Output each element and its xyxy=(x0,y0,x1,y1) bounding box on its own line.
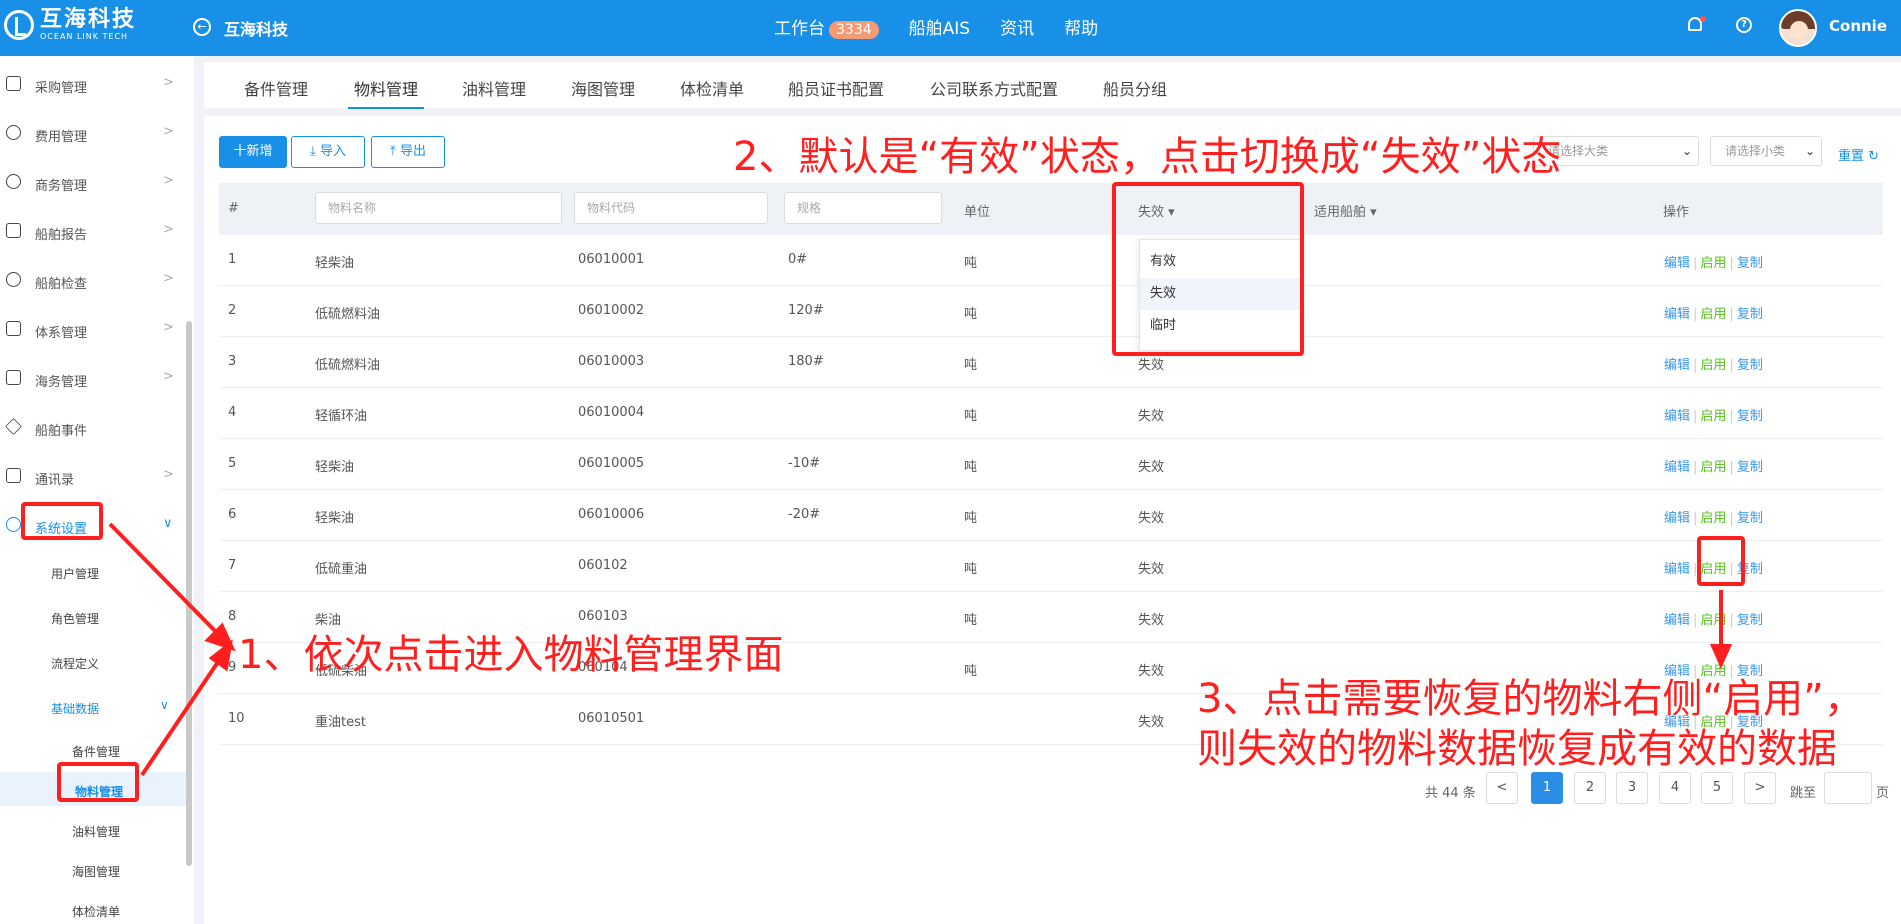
annotation-step2: 2、默认是“有效”状态，点击切换成“失效”状态 xyxy=(733,134,1562,180)
arrow-head xyxy=(1709,644,1733,669)
arrow-line xyxy=(108,522,224,640)
annotation-step1: 1、依次点击进入物料管理界面 xyxy=(238,632,784,678)
annotation-step3-line2: 则失效的物料数据恢复成有效的数据 xyxy=(1197,726,1837,772)
arrow-line xyxy=(140,654,224,777)
